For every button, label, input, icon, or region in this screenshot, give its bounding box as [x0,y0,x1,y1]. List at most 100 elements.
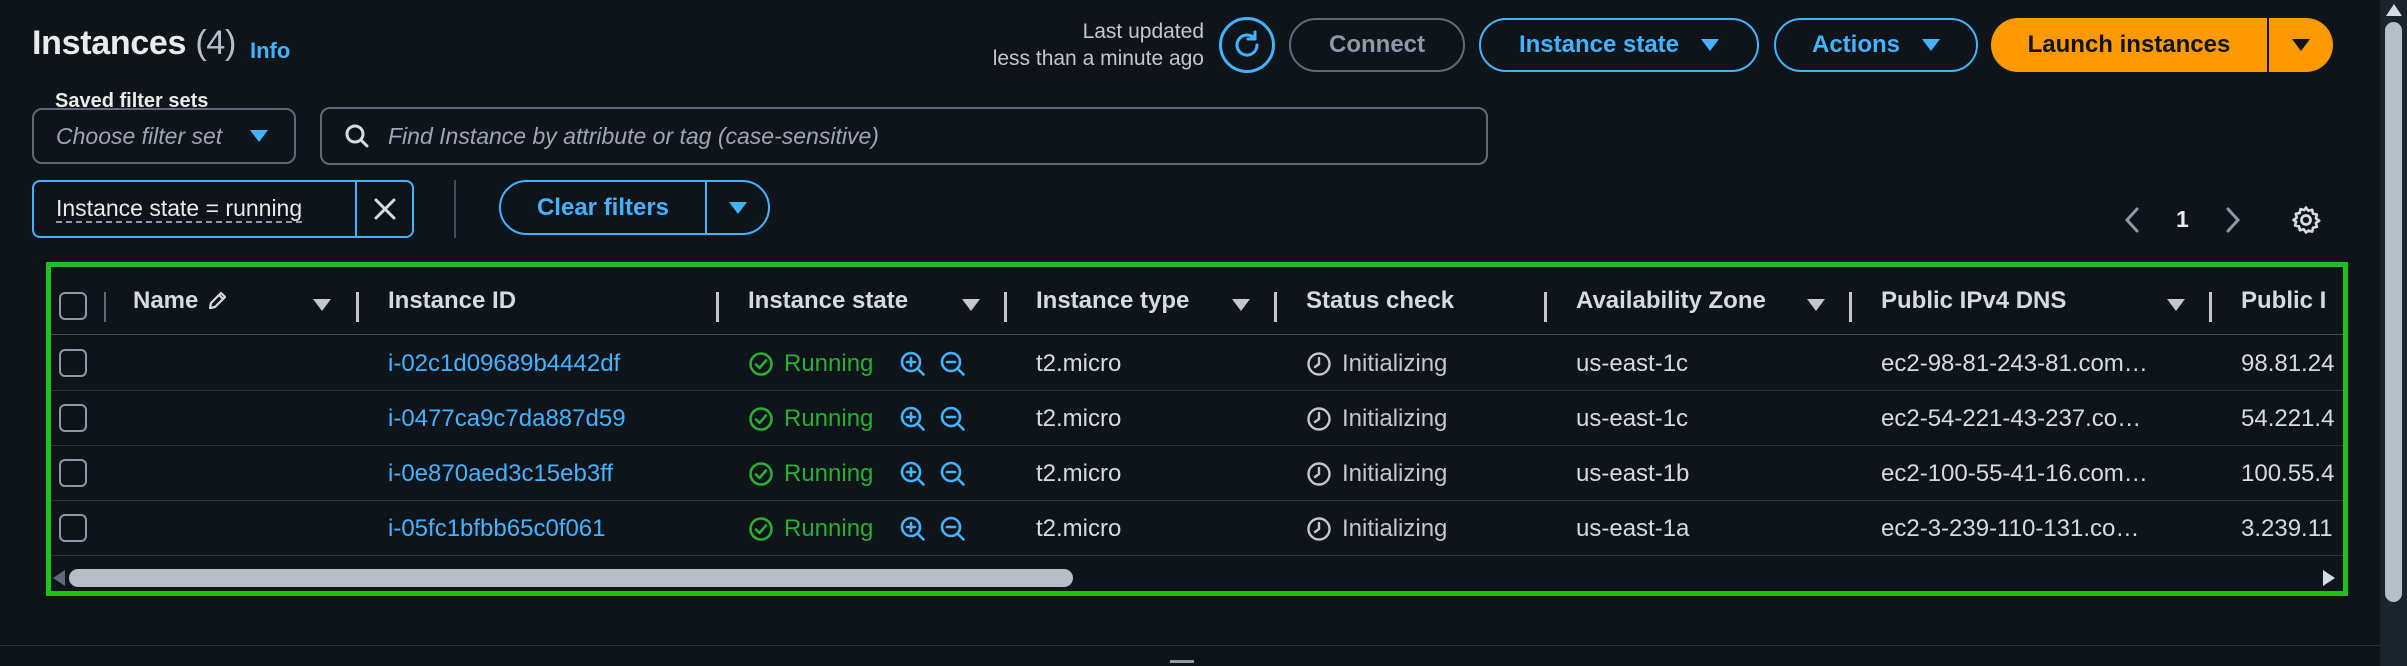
refresh-button[interactable] [1219,17,1275,73]
cell-instance-type: t2.micro [1036,515,1122,542]
launch-instances-button[interactable]: Launch instances [1991,18,2333,72]
column-header-instance-state[interactable]: Instance state [748,287,908,315]
status-check-text: Initializing [1342,350,1448,377]
column-divider[interactable] [2209,292,2212,322]
row-checkbox[interactable] [59,349,87,377]
zoom-in-icon[interactable] [899,515,927,543]
launch-dropdown-button[interactable] [2267,18,2333,72]
cell-public-dns: ec2-54-221-43-237.co… [1881,405,2142,432]
page-title: Instances (4) [32,24,236,63]
zoom-out-icon[interactable] [939,350,967,378]
sort-icon[interactable] [1232,299,1250,311]
cell-instance-id[interactable]: i-05fc1bfbb65c0f061 [388,515,606,543]
column-header-status-check[interactable]: Status check [1306,287,1454,315]
page-scrollbar-thumb[interactable] [2385,22,2402,602]
instances-table: Name Instance ID Instance state Instance… [46,262,2348,596]
cell-instance-id[interactable]: i-0477ca9c7da887d59 [388,405,626,433]
launch-instances-label[interactable]: Launch instances [1991,18,2267,72]
instance-state-text: Running [784,515,874,542]
clock-icon [1307,462,1331,486]
page-scrollbar[interactable] [2380,0,2407,666]
status-check-text: Initializing [1342,515,1448,542]
status-check-text: Initializing [1342,405,1448,432]
status-check-text: Initializing [1342,460,1448,487]
cell-instance-id[interactable]: i-0e870aed3c15eb3ff [388,460,613,488]
cell-public-ip: 3.239.11 [2241,515,2333,542]
gear-icon[interactable] [2291,205,2321,235]
instance-count: (4) [195,24,236,62]
column-divider[interactable] [1004,292,1007,322]
success-icon [749,462,773,486]
current-page-number[interactable]: 1 [2176,206,2189,233]
column-header-name[interactable]: Name [133,287,228,315]
connect-button[interactable]: Connect [1289,18,1465,72]
scroll-up-arrow[interactable] [2386,4,2402,16]
row-checkbox[interactable] [59,514,87,542]
column-divider[interactable] [716,292,719,322]
row-checkbox[interactable] [59,404,87,432]
column-divider[interactable] [1544,292,1547,322]
column-header-public-dns[interactable]: Public IPv4 DNS [1881,287,2066,315]
sort-icon[interactable] [1807,299,1825,311]
zoom-in-icon[interactable] [899,405,927,433]
remove-filter-button[interactable] [357,182,412,236]
row-checkbox[interactable] [59,459,87,487]
clear-filters-button[interactable]: Clear filters [499,180,770,235]
resize-handle[interactable] [1170,660,1194,663]
success-icon [749,407,773,431]
zoom-out-icon[interactable] [939,405,967,433]
zoom-out-icon[interactable] [939,515,967,543]
filter-token-text: Instance state = running [56,195,303,223]
column-divider[interactable] [1849,292,1852,322]
next-page-icon[interactable] [2224,206,2242,234]
previous-page-icon[interactable] [2123,206,2141,234]
zoom-in-icon[interactable] [899,460,927,488]
zoom-out-icon[interactable] [939,460,967,488]
zoom-in-icon[interactable] [899,350,927,378]
column-header-availability-zone[interactable]: Availability Zone [1576,287,1766,315]
cell-instance-id[interactable]: i-02c1d09689b4442df [388,350,620,378]
cell-availability-zone: us-east-1b [1576,460,1690,487]
filter-token[interactable]: Instance state = running [32,180,414,238]
last-updated-line1: Last updated [1082,20,1204,43]
search-input[interactable]: Find Instance by attribute or tag (case-… [320,107,1488,165]
column-header-instance-id[interactable]: Instance ID [388,287,516,315]
page-title-text: Instances [32,24,187,62]
instance-state-text: Running [784,350,874,377]
scroll-right-arrow[interactable] [2323,570,2335,586]
sort-icon[interactable] [962,299,980,311]
table-row[interactable]: i-02c1d09689b4442df Running t2.micro Initia… [51,336,2343,391]
sort-icon[interactable] [313,299,331,311]
column-divider[interactable] [356,292,359,322]
clear-filters-label[interactable]: Clear filters [501,182,707,233]
horizontal-scrollbar-thumb[interactable] [69,569,1073,587]
info-link[interactable]: Info [250,38,290,64]
sort-icon[interactable] [2167,299,2185,311]
saved-filter-sets-select[interactable]: Choose filter set [32,108,296,164]
chevron-down-icon [728,201,747,214]
edit-icon [209,291,227,310]
state-filter-actions [899,515,967,543]
actions-button[interactable]: Actions [1774,18,1978,72]
horizontal-scrollbar[interactable] [51,561,2343,591]
cell-instance-type: t2.micro [1036,405,1122,432]
column-header-instance-type[interactable]: Instance type [1036,287,1189,315]
table-row[interactable]: i-05fc1bfbb65c0f061 Running t2.micro Initia… [51,501,2343,556]
table-header: Name Instance ID Instance state Instance… [51,267,2343,335]
clear-filters-dropdown[interactable] [707,182,768,233]
select-all-checkbox[interactable] [59,292,87,320]
state-filter-actions [899,405,967,433]
column-divider [104,292,106,322]
table-row[interactable]: i-0477ca9c7da887d59 Running t2.micro Initia… [51,391,2343,446]
state-filter-actions [899,350,967,378]
cell-instance-state: Running [748,515,873,543]
column-divider[interactable] [1274,292,1277,322]
filter-token-label[interactable]: Instance state = running [34,182,357,236]
instance-state-button[interactable]: Instance state [1479,18,1759,72]
success-icon [749,517,773,541]
cell-instance-state: Running [748,405,873,433]
column-header-public-ip[interactable]: Public I [2241,287,2326,315]
scroll-left-arrow[interactable] [53,570,65,586]
cell-status-check: Initializing [1306,515,1447,543]
table-row[interactable]: i-0e870aed3c15eb3ff Running t2.micro Initia… [51,446,2343,501]
